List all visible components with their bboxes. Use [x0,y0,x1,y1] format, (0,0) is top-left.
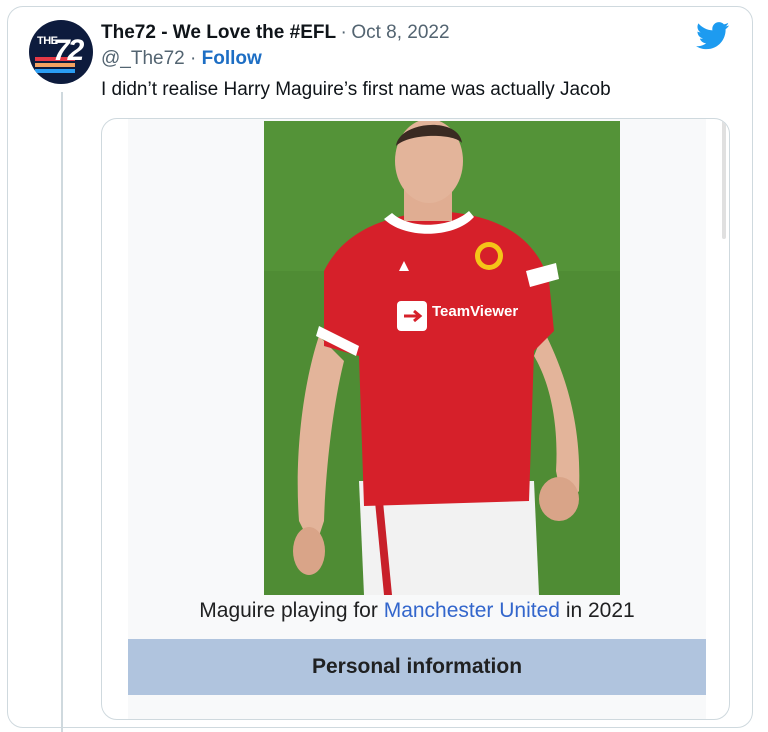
wikipedia-infobox: TeamViewer Maguire playing for Mancheste… [128,119,706,719]
handle-separator: · [190,48,197,69]
tweet-text: I didn’t realise Harry Maguire’s first n… [101,79,611,100]
avatar[interactable]: THE 72 [29,20,93,84]
avatar-number: 72 [53,34,84,67]
separator: · [340,22,347,43]
shirt-sponsor: TeamViewer [432,303,519,320]
caption-suffix: in 2021 [565,599,635,622]
twitter-bird-icon[interactable] [696,22,730,50]
player-illustration [264,121,620,595]
tweet-media[interactable]: TeamViewer Maguire playing for Mancheste… [101,118,730,720]
handle[interactable]: @_The72 [101,48,185,69]
manchester-united-link[interactable]: Manchester United [384,599,560,622]
thread-line [61,92,63,732]
display-name[interactable]: The72 - We Love the #EFL [101,22,336,43]
scrollbar[interactable] [722,119,726,239]
tweet-date[interactable]: Oct 8, 2022 [351,22,449,43]
tweet-header: The72 - We Love the #EFL · Oct 8, 2022 @… [101,22,450,70]
avatar-stripe [35,69,75,73]
caption-prefix: Maguire playing for [199,599,378,622]
image-caption: Maguire playing for Manchester United in… [128,599,706,623]
follow-button[interactable]: Follow [202,48,262,69]
personal-information-header: Personal information [128,639,706,695]
player-photo: TeamViewer [264,121,620,595]
